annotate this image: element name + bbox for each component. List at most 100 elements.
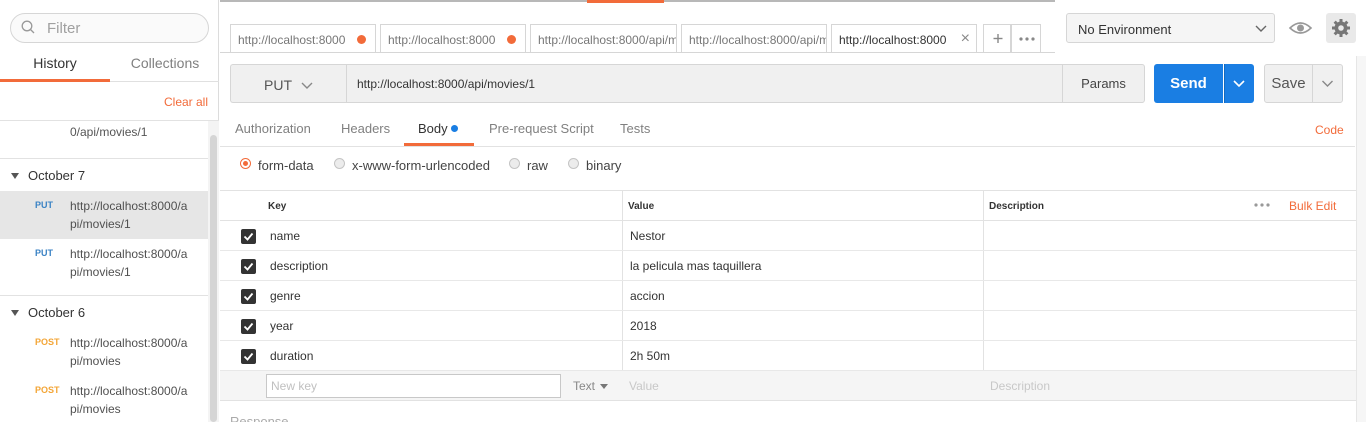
row-key[interactable]: genre <box>270 289 301 303</box>
history-group-title: October 7 <box>28 168 86 183</box>
chevron-down-icon <box>1322 80 1333 87</box>
save-options-button[interactable] <box>1312 64 1343 103</box>
tab-history[interactable]: History <box>0 52 110 82</box>
history-item[interactable]: POST http://localhost:8000/api/movies <box>0 376 208 422</box>
row-key[interactable]: description <box>270 259 328 273</box>
settings-button[interactable] <box>1326 13 1356 43</box>
radio-label: form-data <box>258 158 314 173</box>
unsaved-dot-icon <box>507 35 516 44</box>
radio-label: x-www-form-urlencoded <box>352 158 490 173</box>
request-tab-label: http://localhost:8000/api/movies/1 <box>689 33 826 47</box>
new-row: Text <box>220 371 1356 401</box>
gear-icon <box>1332 19 1350 37</box>
environment-quick-look-button[interactable] <box>1285 13 1316 43</box>
caret-down-icon <box>600 384 609 390</box>
method-badge: POST <box>35 385 60 395</box>
body-modified-dot-icon <box>451 125 458 132</box>
tab-headers[interactable]: Headers <box>341 121 390 136</box>
history-item-url: http://localhost:8000/api/movies/1 <box>70 247 188 279</box>
new-description-input[interactable] <box>986 375 1326 397</box>
request-tab-label: http://localhost:8000 <box>839 33 947 47</box>
tab-body[interactable]: Body <box>418 121 448 136</box>
unsaved-dot-icon <box>357 35 366 44</box>
request-tab-label: http://localhost:8000 <box>238 33 346 47</box>
table-row: name Nestor <box>220 221 1356 251</box>
type-select[interactable]: Text <box>573 379 609 393</box>
request-tab-label: http://localhost:8000 <box>388 33 496 47</box>
bulk-edit-link[interactable]: Bulk Edit <box>1289 199 1336 213</box>
params-button[interactable]: Params <box>1062 64 1145 103</box>
checkbox-checked-icon[interactable] <box>241 259 256 274</box>
radio-label: binary <box>586 158 622 173</box>
method-select[interactable]: PUT <box>230 64 347 103</box>
history-group-october-7[interactable]: October 7 <box>0 165 208 189</box>
more-horizontal-icon[interactable] <box>1252 200 1272 210</box>
row-key[interactable]: duration <box>270 349 313 363</box>
row-key[interactable]: name <box>270 229 300 243</box>
checkbox-checked-icon[interactable] <box>241 229 256 244</box>
chevron-down-icon <box>301 82 313 89</box>
row-value[interactable]: Nestor <box>630 229 665 243</box>
request-tab[interactable]: http://localhost:8000 <box>380 24 526 53</box>
sidebar: History Collections Clear all 0/api/movi… <box>0 0 219 422</box>
tab-authorization[interactable]: Authorization <box>235 121 311 136</box>
tab-tests[interactable]: Tests <box>620 121 650 136</box>
history-list: 0/api/movies/1 October 7 PUT http://loca… <box>0 121 208 422</box>
column-header-description: Description <box>989 201 1045 212</box>
send-button[interactable]: Send <box>1154 64 1223 103</box>
row-key[interactable]: year <box>270 319 293 333</box>
chevron-down-icon <box>1255 25 1267 32</box>
tab-pre-request-script[interactable]: Pre-request Script <box>489 121 594 136</box>
table-row: description la pelicula mas taquillera <box>220 251 1356 281</box>
checkbox-checked-icon[interactable] <box>241 319 256 334</box>
history-item[interactable]: PUT http://localhost:8000/api/movies/1 <box>0 239 208 287</box>
close-icon[interactable]: × <box>961 31 970 47</box>
environment-select-value: No Environment <box>1078 22 1172 37</box>
url-input[interactable] <box>346 64 1063 103</box>
radio-circle <box>568 158 579 169</box>
column-header-key: Key <box>268 201 287 212</box>
new-value-input[interactable] <box>625 375 965 397</box>
checkbox-checked-icon[interactable] <box>241 349 256 364</box>
row-value[interactable]: la pelicula mas taquillera <box>630 259 761 273</box>
history-item[interactable]: PUT http://localhost:8000/api/movies/1 <box>0 191 208 239</box>
sidebar-scrollbar-thumb[interactable] <box>210 135 217 422</box>
row-value[interactable]: accion <box>630 289 665 303</box>
sidebar-tabs: History Collections <box>0 52 219 82</box>
history-item[interactable]: POST http://localhost:8000/api/movies <box>0 328 208 376</box>
plus-icon <box>993 34 1003 43</box>
request-tab[interactable]: http://localhost:8000/api/movies/1 <box>681 24 827 53</box>
request-tab-active[interactable]: http://localhost:8000 × <box>831 24 977 53</box>
divider <box>220 146 1355 147</box>
main-scrollbar[interactable] <box>1356 56 1366 422</box>
history-group-october-6[interactable]: October 6 <box>0 302 208 326</box>
tab-options-button[interactable] <box>1011 24 1041 53</box>
environment-select[interactable]: No Environment <box>1066 13 1275 43</box>
chevron-down-icon <box>1224 64 1245 103</box>
filter-input[interactable] <box>47 18 197 38</box>
clear-all-link[interactable]: Clear all <box>164 95 208 109</box>
radio-label: raw <box>527 158 548 173</box>
history-item-partial-url: 0/api/movies/1 <box>70 125 148 139</box>
save-button[interactable]: Save <box>1264 64 1313 103</box>
new-key-input[interactable] <box>266 374 561 398</box>
request-tab-label: http://localhost:8000/api/movies/1 <box>538 33 677 47</box>
caret-down-icon <box>11 173 19 179</box>
row-value[interactable]: 2018 <box>630 319 657 333</box>
eye-icon <box>1288 22 1313 34</box>
request-tab[interactable]: http://localhost:8000 <box>230 24 376 53</box>
new-tab-button[interactable] <box>983 24 1011 53</box>
send-options-button[interactable] <box>1224 64 1254 103</box>
code-link[interactable]: Code <box>1315 123 1344 137</box>
tab-collections[interactable]: Collections <box>110 52 220 82</box>
table-row: year 2018 <box>220 311 1356 341</box>
checkbox-checked-icon[interactable] <box>241 289 256 304</box>
divider <box>0 295 208 296</box>
row-value[interactable]: 2h 50m <box>630 349 670 363</box>
radio-circle <box>509 158 520 169</box>
filter-box[interactable] <box>10 13 209 43</box>
caret-down-icon <box>11 310 19 316</box>
search-icon <box>21 20 35 34</box>
request-tab[interactable]: http://localhost:8000/api/movies/1 <box>530 24 677 53</box>
table-row: genre accion <box>220 281 1356 311</box>
